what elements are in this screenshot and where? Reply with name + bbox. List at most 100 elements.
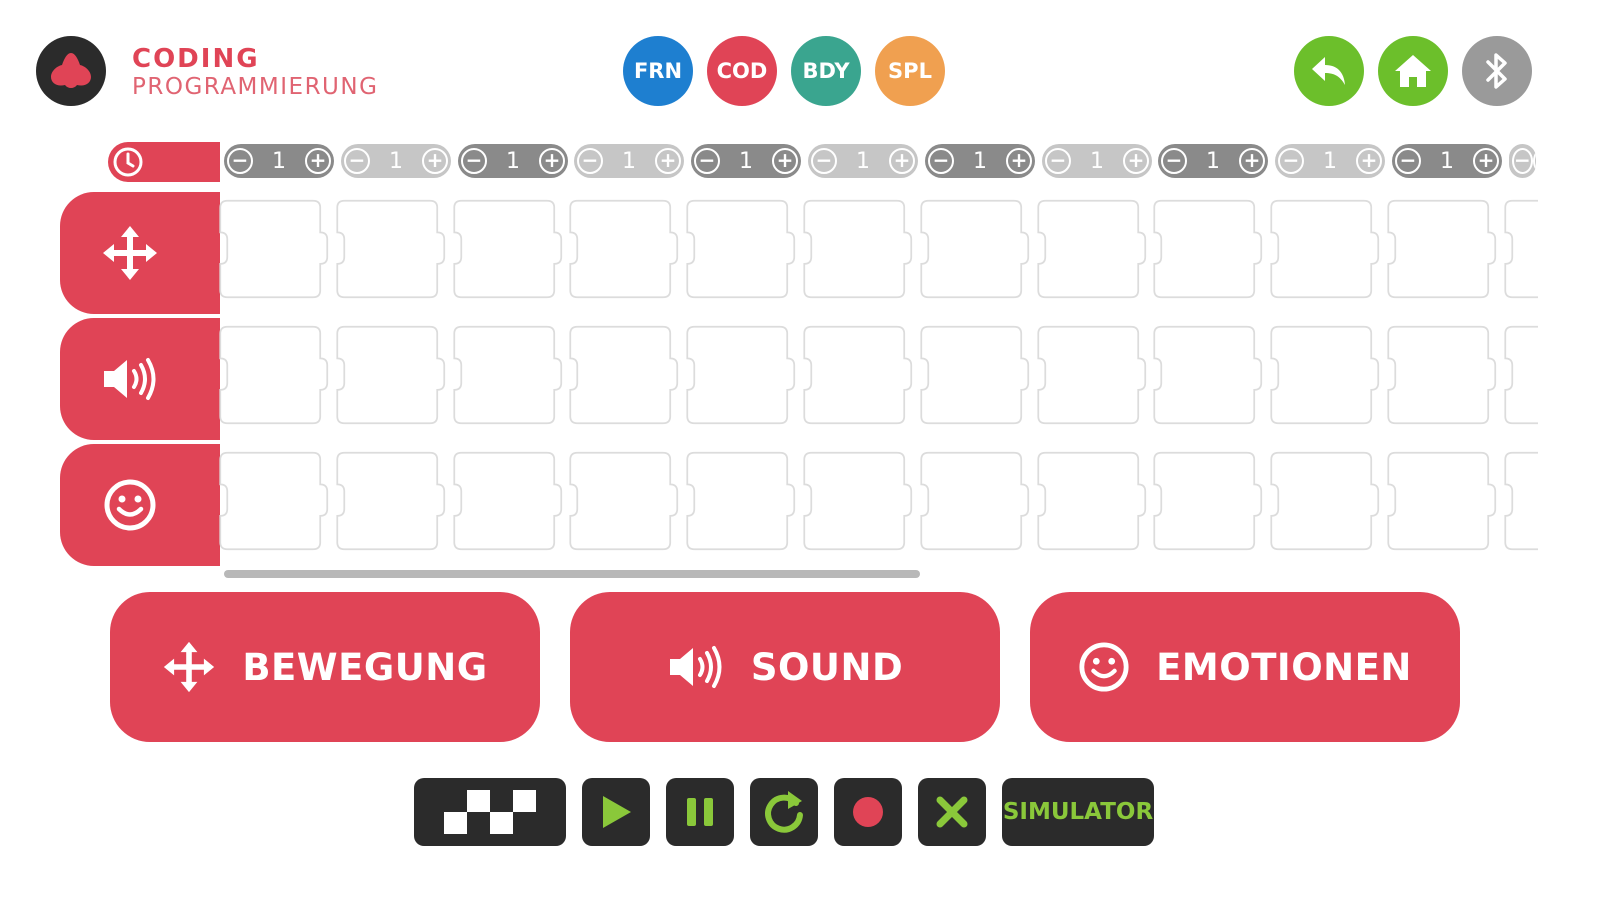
program-slot[interactable] bbox=[1266, 192, 1380, 306]
track-movement[interactable] bbox=[60, 192, 220, 314]
minus-icon[interactable]: − bbox=[227, 148, 253, 174]
duration-stepper[interactable]: −1 + bbox=[1042, 144, 1152, 178]
record-button[interactable] bbox=[834, 778, 902, 846]
program-slot[interactable] bbox=[1033, 318, 1147, 432]
program-slot[interactable] bbox=[565, 444, 679, 558]
program-slot[interactable] bbox=[332, 318, 446, 432]
program-slot[interactable] bbox=[799, 318, 913, 432]
checkered-flag-button[interactable] bbox=[414, 778, 566, 846]
plus-icon[interactable]: + bbox=[539, 148, 565, 174]
move-arrows-icon bbox=[103, 226, 157, 280]
program-slot[interactable] bbox=[215, 192, 329, 306]
program-slot[interactable] bbox=[1149, 444, 1263, 558]
program-slot[interactable] bbox=[916, 444, 1030, 558]
plus-icon[interactable]: + bbox=[655, 148, 681, 174]
simulator-label: SIMULATOR bbox=[1002, 799, 1154, 825]
duration-stepper[interactable]: −+ bbox=[1509, 144, 1536, 178]
plus-icon[interactable]: + bbox=[1532, 148, 1536, 174]
program-slot[interactable] bbox=[565, 318, 679, 432]
duration-stepper[interactable]: −1 + bbox=[1158, 144, 1268, 178]
checkered-flag-icon bbox=[444, 790, 536, 834]
mode-button-frn[interactable]: FRN bbox=[623, 36, 693, 106]
clear-button[interactable] bbox=[918, 778, 986, 846]
program-slot[interactable] bbox=[1149, 192, 1263, 306]
program-slot[interactable] bbox=[682, 318, 796, 432]
minus-icon[interactable]: − bbox=[1278, 148, 1304, 174]
track-emotions[interactable] bbox=[60, 444, 220, 566]
minus-icon[interactable]: − bbox=[344, 148, 370, 174]
program-slot[interactable] bbox=[449, 444, 563, 558]
program-grid[interactable] bbox=[205, 186, 1538, 566]
category-emotions-button[interactable]: EMOTIONEN bbox=[1030, 592, 1460, 742]
minus-icon[interactable]: − bbox=[811, 148, 837, 174]
program-slot[interactable] bbox=[1383, 444, 1497, 558]
program-slot[interactable] bbox=[1149, 318, 1263, 432]
category-sound-button[interactable]: SOUND bbox=[570, 592, 1000, 742]
program-slot[interactable] bbox=[916, 318, 1030, 432]
program-slot[interactable] bbox=[682, 444, 796, 558]
plus-icon[interactable]: + bbox=[1239, 148, 1265, 174]
minus-icon[interactable]: − bbox=[1161, 148, 1187, 174]
program-slot[interactable] bbox=[1266, 444, 1380, 558]
duration-stepper[interactable]: −1 + bbox=[224, 144, 334, 178]
plus-icon[interactable]: + bbox=[1473, 148, 1499, 174]
back-button[interactable] bbox=[1294, 36, 1364, 106]
home-button[interactable] bbox=[1378, 36, 1448, 106]
program-slot[interactable] bbox=[1500, 444, 1538, 558]
clock-icon bbox=[113, 147, 143, 177]
duration-stepper[interactable]: −1 + bbox=[808, 144, 918, 178]
minus-icon[interactable]: − bbox=[928, 148, 954, 174]
track-sound[interactable] bbox=[60, 318, 220, 440]
simulator-button[interactable]: SIMULATOR bbox=[1002, 778, 1154, 846]
program-slot[interactable] bbox=[332, 444, 446, 558]
plus-icon[interactable]: + bbox=[889, 148, 915, 174]
mode-button-cod[interactable]: COD bbox=[707, 36, 777, 106]
duration-stepper[interactable]: −1 + bbox=[341, 144, 451, 178]
mode-button-spl[interactable]: SPL bbox=[875, 36, 945, 106]
program-slot[interactable] bbox=[1033, 444, 1147, 558]
duration-stepper[interactable]: −1 + bbox=[691, 144, 801, 178]
record-icon bbox=[853, 797, 883, 827]
horizontal-scrollbar[interactable] bbox=[224, 570, 920, 578]
minus-icon[interactable]: − bbox=[1045, 148, 1071, 174]
plus-icon[interactable]: + bbox=[772, 148, 798, 174]
minus-icon[interactable]: − bbox=[1512, 148, 1533, 174]
program-slot[interactable] bbox=[449, 318, 563, 432]
program-slot[interactable] bbox=[1266, 318, 1380, 432]
app-subtitle: PROGRAMMIERUNG bbox=[132, 74, 379, 100]
program-slot[interactable] bbox=[332, 192, 446, 306]
bluetooth-button[interactable] bbox=[1462, 36, 1532, 106]
plus-icon[interactable]: + bbox=[422, 148, 448, 174]
program-slot[interactable] bbox=[565, 192, 679, 306]
program-slot[interactable] bbox=[682, 192, 796, 306]
duration-stepper[interactable]: −1 + bbox=[1275, 144, 1385, 178]
plus-icon[interactable]: + bbox=[1123, 148, 1149, 174]
program-slot[interactable] bbox=[215, 444, 329, 558]
plus-icon[interactable]: + bbox=[1356, 148, 1382, 174]
mode-button-bdy[interactable]: BDY bbox=[791, 36, 861, 106]
duration-stepper[interactable]: −1 + bbox=[1392, 144, 1502, 178]
minus-icon[interactable]: − bbox=[577, 148, 603, 174]
pause-button[interactable] bbox=[666, 778, 734, 846]
plus-icon[interactable]: + bbox=[1006, 148, 1032, 174]
program-slot[interactable] bbox=[215, 318, 329, 432]
program-slot[interactable] bbox=[1033, 192, 1147, 306]
minus-icon[interactable]: − bbox=[1395, 148, 1421, 174]
minus-icon[interactable]: − bbox=[694, 148, 720, 174]
program-slot[interactable] bbox=[1383, 318, 1497, 432]
program-slot[interactable] bbox=[1500, 318, 1538, 432]
program-slot[interactable] bbox=[449, 192, 563, 306]
category-movement-button[interactable]: BEWEGUNG bbox=[110, 592, 540, 742]
repeat-button[interactable] bbox=[750, 778, 818, 846]
program-slot[interactable] bbox=[916, 192, 1030, 306]
duration-stepper[interactable]: −1 + bbox=[925, 144, 1035, 178]
play-button[interactable] bbox=[582, 778, 650, 846]
program-slot[interactable] bbox=[1500, 192, 1538, 306]
program-slot[interactable] bbox=[1383, 192, 1497, 306]
program-slot[interactable] bbox=[799, 444, 913, 558]
duration-stepper[interactable]: −1 + bbox=[574, 144, 684, 178]
minus-icon[interactable]: − bbox=[461, 148, 487, 174]
duration-stepper[interactable]: −1 + bbox=[458, 144, 568, 178]
program-slot[interactable] bbox=[799, 192, 913, 306]
plus-icon[interactable]: + bbox=[305, 148, 331, 174]
